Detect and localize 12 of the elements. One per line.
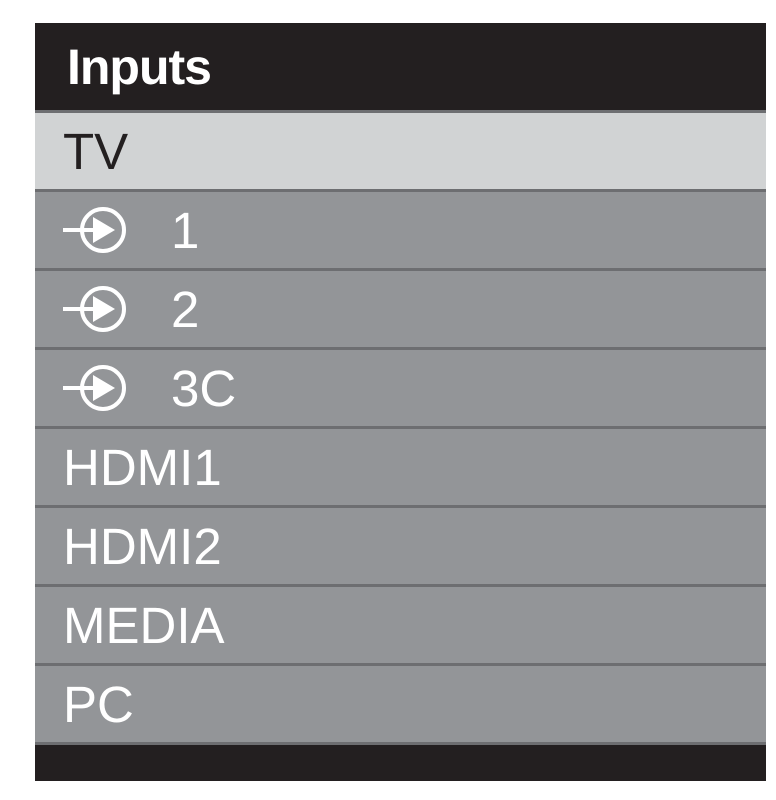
menu-item[interactable]: HDMI2	[35, 508, 766, 587]
menu-item[interactable]: PC	[35, 666, 766, 745]
menu-item[interactable]: HDMI1	[35, 429, 766, 508]
menu-item[interactable]: 1	[35, 192, 766, 271]
input-icon	[63, 204, 127, 256]
menu-item[interactable]: TV	[35, 113, 766, 192]
menu-title: Inputs	[67, 38, 211, 96]
menu-item[interactable]: 3C	[35, 350, 766, 429]
menu-item[interactable]: MEDIA	[35, 587, 766, 666]
input-icon	[63, 283, 127, 335]
input-icon	[63, 362, 127, 414]
menu-item[interactable]: 2	[35, 271, 766, 350]
